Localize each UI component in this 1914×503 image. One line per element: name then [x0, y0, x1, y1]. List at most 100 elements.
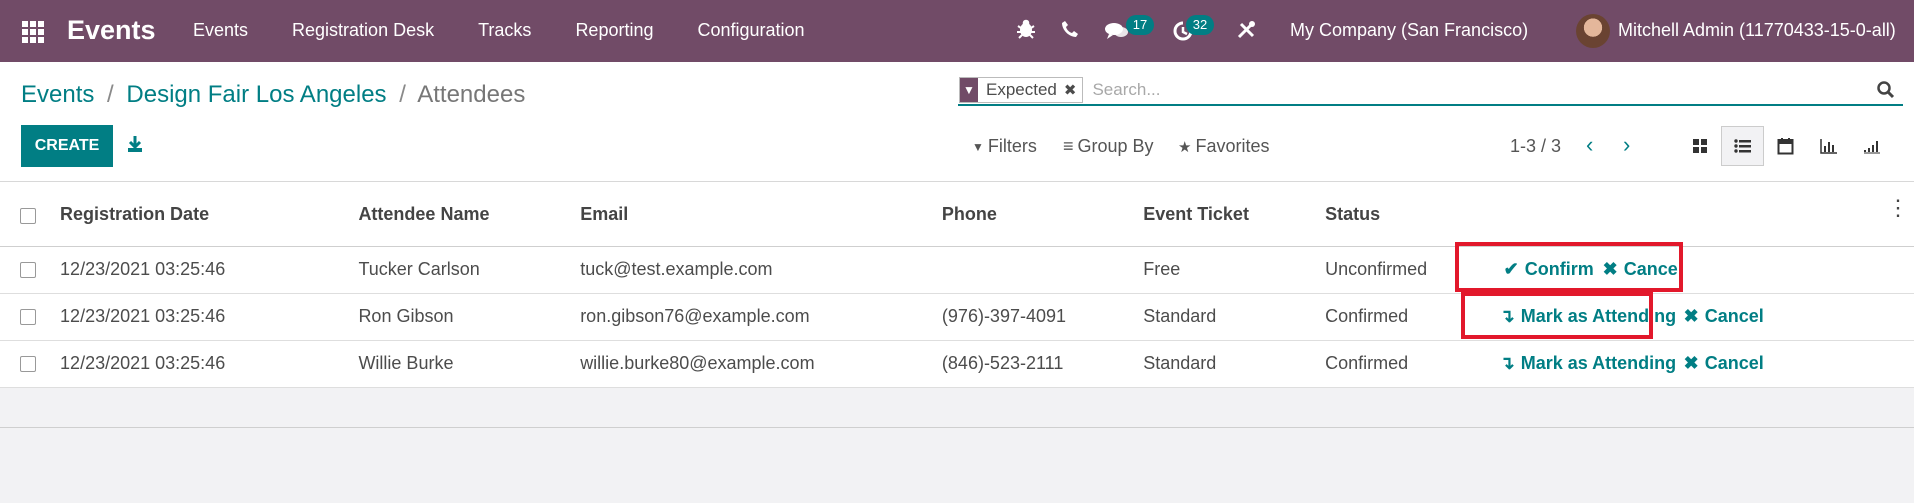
table-row[interactable]: 12/23/2021 03:25:46 Ron Gibson ron.gibso… — [0, 293, 1914, 340]
event-ticket-cell[interactable]: Free — [1132, 246, 1314, 293]
cancel-button[interactable]: ✖ Cancel — [1684, 306, 1764, 327]
app-brand[interactable]: Events — [67, 15, 156, 46]
column-options-icon[interactable]: ⋮ — [1887, 197, 1909, 219]
apps-grid-icon[interactable] — [22, 21, 44, 43]
attendees-table: Registration Date Attendee Name Email Ph… — [0, 182, 1914, 388]
bug-icon[interactable] — [1016, 18, 1036, 40]
row-actions: ✔ Confirm ✖ Cancel — [1480, 246, 1914, 293]
attendee-name-cell[interactable]: Willie Burke — [347, 340, 569, 387]
attendee-name-cell[interactable]: Tucker Carlson — [347, 246, 569, 293]
filters-button[interactable]: ▼ Filters — [972, 136, 1037, 157]
mark-as-attending-label: Mark as Attending — [1520, 352, 1677, 373]
cancel-button[interactable]: ✖ Cancel — [1603, 259, 1683, 280]
registration-date-cell[interactable]: 12/23/2021 03:25:46 — [49, 293, 347, 340]
row-actions: ↴ Mark as Attending ✖ Cancel — [1480, 293, 1914, 340]
status-cell[interactable]: Confirmed — [1314, 293, 1480, 340]
menu-events[interactable]: Events — [193, 20, 248, 41]
cancel-x-icon: ✖ — [1602, 258, 1618, 279]
control-panel: Events / Design Fair Los Angeles / Atten… — [0, 62, 1914, 182]
breadcrumb: Events / Design Fair Los Angeles / Atten… — [21, 81, 525, 109]
breadcrumb-separator: / — [107, 81, 114, 108]
table-row[interactable]: 12/23/2021 03:25:46 Tucker Carlson tuck@… — [0, 246, 1914, 293]
email-cell[interactable]: ron.gibson76@example.com — [569, 293, 931, 340]
phone-icon[interactable] — [1061, 20, 1079, 38]
cancel-label: Cancel — [1623, 258, 1683, 279]
mark-as-attending-button[interactable]: ↴ Mark as Attending — [1500, 353, 1676, 374]
row-checkbox[interactable] — [0, 340, 49, 387]
menu-registration-desk[interactable]: Registration Desk — [292, 20, 434, 41]
cancel-label: Cancel — [1704, 352, 1764, 373]
graph-view-button[interactable] — [1807, 126, 1850, 166]
cancel-button[interactable]: ✖ Cancel — [1684, 353, 1764, 374]
column-status[interactable]: Status — [1314, 182, 1480, 246]
star-icon: ★ — [1178, 138, 1192, 156]
top-navbar: Events Events Registration Desk Tracks R… — [0, 0, 1914, 62]
column-attendee-name[interactable]: Attendee Name — [347, 182, 569, 246]
breadcrumb-event[interactable]: Design Fair Los Angeles — [126, 81, 386, 108]
main-menu: Events Registration Desk Tracks Reportin… — [193, 20, 849, 41]
tools-icon[interactable] — [1236, 20, 1256, 40]
cancel-x-icon: ✖ — [1683, 305, 1699, 326]
company-switcher[interactable]: My Company (San Francisco) — [1290, 20, 1528, 41]
next-page-icon[interactable]: › — [1623, 134, 1630, 156]
phone-cell[interactable] — [931, 246, 1132, 293]
menu-configuration[interactable]: Configuration — [697, 20, 804, 41]
email-cell[interactable]: tuck@test.example.com — [569, 246, 931, 293]
table-row[interactable]: 12/23/2021 03:25:46 Willie Burke willie.… — [0, 340, 1914, 387]
pager-value[interactable]: 1-3 / 3 — [1510, 136, 1561, 157]
column-actions — [1480, 182, 1914, 246]
breadcrumb-events[interactable]: Events — [21, 81, 94, 108]
messages-badge: 17 — [1126, 15, 1154, 35]
column-registration-date[interactable]: Registration Date — [49, 182, 347, 246]
remove-facet-icon[interactable]: ✖ — [1064, 78, 1083, 102]
status-cell[interactable]: Unconfirmed — [1314, 246, 1480, 293]
mark-as-attending-button[interactable]: ↴ Mark as Attending — [1500, 306, 1676, 327]
filter-icon: ▼ — [972, 139, 984, 154]
status-cell[interactable]: Confirmed — [1314, 340, 1480, 387]
user-menu[interactable]: Mitchell Admin (11770433-15-0-all) — [1618, 20, 1896, 41]
filters-label: Filters — [987, 136, 1037, 156]
graph-icon — [1819, 139, 1837, 154]
menu-tracks[interactable]: Tracks — [478, 20, 531, 41]
row-checkbox[interactable] — [0, 246, 49, 293]
calendar-view-button[interactable] — [1764, 126, 1807, 166]
column-phone[interactable]: Phone — [931, 182, 1132, 246]
phone-cell[interactable]: (976)-397-4091 — [931, 293, 1132, 340]
event-ticket-cell[interactable]: Standard — [1132, 293, 1314, 340]
row-checkbox[interactable] — [0, 293, 49, 340]
email-cell[interactable]: willie.burke80@example.com — [569, 340, 931, 387]
table-bottom-divider — [0, 427, 1914, 428]
attendee-name-cell[interactable]: Ron Gibson — [347, 293, 569, 340]
favorites-button[interactable]: ★ Favorites — [1178, 136, 1269, 157]
registration-date-cell[interactable]: 12/23/2021 03:25:46 — [49, 246, 347, 293]
phone-cell[interactable]: (846)-523-2111 — [931, 340, 1132, 387]
menu-reporting[interactable]: Reporting — [575, 20, 653, 41]
kanban-view-button[interactable] — [1678, 126, 1721, 166]
confirm-button[interactable]: ✔ Confirm — [1504, 259, 1594, 280]
search-bar: ▼ Expected ✖ — [958, 76, 1903, 106]
list-view-button[interactable] — [1721, 126, 1764, 166]
breadcrumb-separator: / — [399, 81, 406, 108]
registration-date-cell[interactable]: 12/23/2021 03:25:46 — [49, 340, 347, 387]
table-header-row: Registration Date Attendee Name Email Ph… — [0, 182, 1914, 246]
search-input[interactable] — [1092, 77, 1853, 103]
mark-as-attending-label: Mark as Attending — [1520, 305, 1677, 326]
column-event-ticket[interactable]: Event Ticket — [1132, 182, 1314, 246]
event-ticket-cell[interactable]: Standard — [1132, 340, 1314, 387]
cohort-icon — [1863, 141, 1880, 154]
search-icon[interactable] — [1877, 81, 1895, 99]
group-by-icon: ≡ — [1063, 136, 1074, 156]
create-button[interactable]: CREATE — [21, 125, 113, 167]
level-down-icon: ↴ — [1499, 352, 1515, 373]
cancel-label: Cancel — [1704, 305, 1764, 326]
download-icon[interactable] — [126, 135, 144, 153]
confirm-label: Confirm — [1524, 258, 1594, 279]
column-email[interactable]: Email — [569, 182, 931, 246]
cohort-view-button[interactable] — [1850, 126, 1893, 166]
previous-page-icon[interactable]: ‹ — [1586, 134, 1593, 156]
row-actions: ↴ Mark as Attending ✖ Cancel — [1480, 340, 1914, 387]
cancel-x-icon: ✖ — [1683, 352, 1699, 373]
avatar[interactable] — [1576, 14, 1610, 48]
select-all-checkbox[interactable] — [0, 182, 49, 246]
group-by-button[interactable]: ≡ Group By — [1063, 136, 1154, 157]
